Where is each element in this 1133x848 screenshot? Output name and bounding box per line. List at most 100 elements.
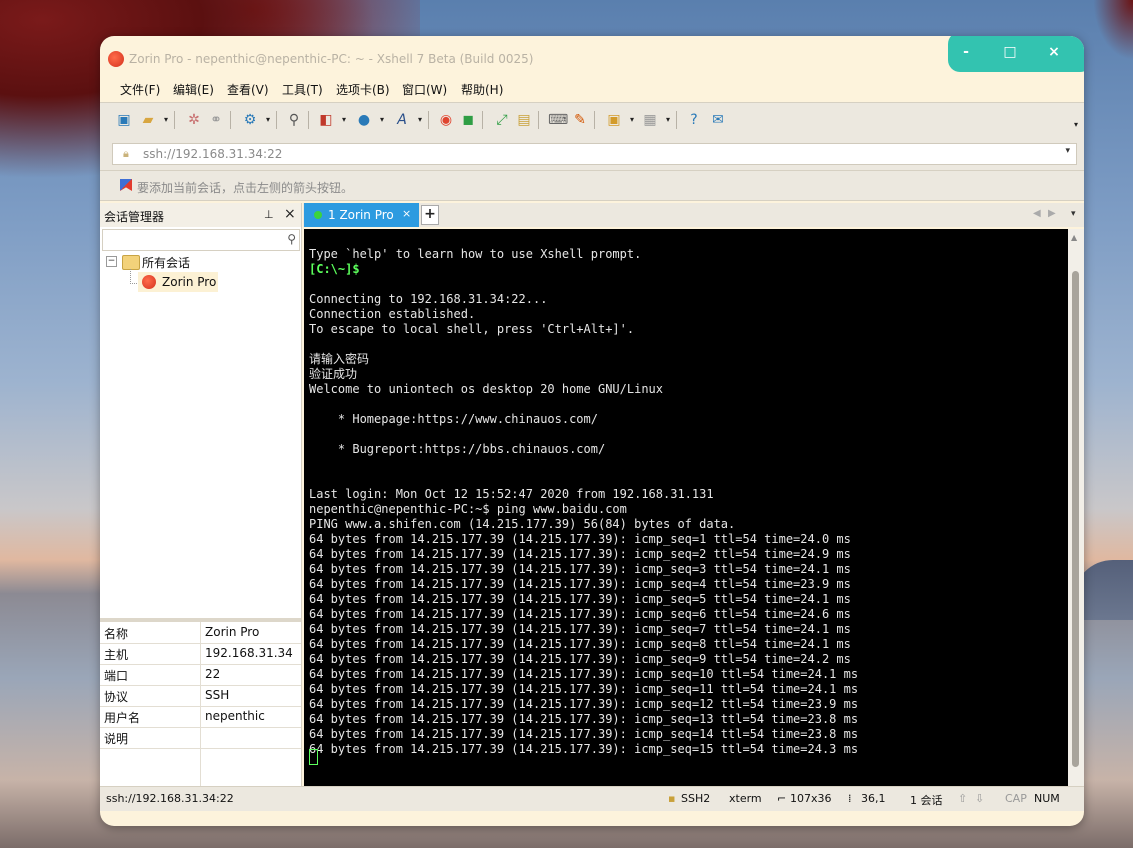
script-icon[interactable]: ▣ <box>606 112 622 128</box>
wallpaper-leaves-right <box>1093 0 1133 60</box>
chevron-down-icon[interactable]: ▾ <box>1065 146 1070 156</box>
terminal-line: nepenthic@nepenthic-PC:~$ ping www.baidu… <box>309 502 627 516</box>
xshell-app-icon <box>108 51 124 67</box>
terminal-line: 64 bytes from 14.215.177.39 (14.215.177.… <box>309 577 851 591</box>
globe-icon[interactable]: ● <box>356 112 372 128</box>
status-size: 107x36 <box>790 792 832 805</box>
menu-edit[interactable]: 编辑(E) <box>173 81 214 98</box>
terminal-cursor <box>309 749 318 765</box>
menu-window[interactable]: 窗口(W) <box>402 81 447 98</box>
new-session-icon[interactable]: ▣ <box>116 112 132 128</box>
prop-row: 说明 <box>100 727 301 749</box>
xftp-icon[interactable]: ◼ <box>460 112 476 128</box>
prop-value: nepenthic <box>205 709 265 723</box>
session-search-input[interactable] <box>107 232 281 250</box>
xshell-icon[interactable]: ◉ <box>438 112 454 128</box>
terminal-line: * Bugreport:https://bbs.chinauos.com/ <box>309 442 606 456</box>
address-bar: 🔒︎ ▾ <box>100 137 1084 171</box>
minimize-button[interactable]: - <box>956 42 976 62</box>
size-icon: ⌐ <box>777 792 787 805</box>
status-sessions: 1 会话 <box>910 794 943 807</box>
toolbar-overflow-icon[interactable]: ▾ <box>1068 117 1084 133</box>
lock-icon[interactable]: ▤ <box>516 112 532 128</box>
tree-collapse-icon[interactable]: − <box>106 256 117 267</box>
terminal-line: 64 bytes from 14.215.177.39 (14.215.177.… <box>309 592 851 606</box>
bookmark-icon[interactable] <box>120 179 132 191</box>
disconnect-icon[interactable]: ⚭ <box>208 112 224 128</box>
help-icon[interactable]: ? <box>686 112 702 128</box>
close-button[interactable]: × <box>1044 42 1064 62</box>
status-cursor: 36,1 <box>861 792 886 805</box>
search-icon[interactable]: ⚲ <box>286 112 302 128</box>
status-cap: CAP <box>1005 792 1027 805</box>
new-tab-button[interactable]: + <box>421 205 439 225</box>
terminal-line: 64 bytes from 14.215.177.39 (14.215.177.… <box>309 697 859 711</box>
prop-key: 说明 <box>104 732 129 746</box>
font-icon[interactable]: A <box>394 112 410 128</box>
close-icon[interactable]: × <box>284 206 296 222</box>
terminal-scrollbar[interactable]: ▲ <box>1068 229 1084 786</box>
prop-value: Zorin Pro <box>205 625 260 639</box>
menu-tabs[interactable]: 选项卡(B) <box>336 81 390 98</box>
tab-prev-icon[interactable]: ◀ <box>1033 208 1041 219</box>
terminal-line: 64 bytes from 14.215.177.39 (14.215.177.… <box>309 682 859 696</box>
layout-icon[interactable]: ◧ <box>318 112 334 128</box>
chevron-down-icon[interactable]: ▾ <box>260 112 276 128</box>
prop-value: 192.168.31.34 <box>205 646 293 660</box>
search-icon[interactable]: ⚲ <box>287 232 296 246</box>
scroll-up-icon[interactable]: ▲ <box>1071 233 1077 242</box>
toolbar-separator <box>482 111 483 129</box>
terminal-line: To escape to local shell, press 'Ctrl+Al… <box>309 322 635 336</box>
tab-zorin-pro[interactable]: 1 Zorin Pro × <box>304 203 419 227</box>
menu-help[interactable]: 帮助(H) <box>461 81 503 98</box>
menu-tools[interactable]: 工具(T) <box>282 81 323 98</box>
terminal[interactable]: Type `help' to learn how to use Xshell p… <box>304 229 1068 786</box>
menu-file[interactable]: 文件(F) <box>120 81 160 98</box>
prop-row: 主机 192.168.31.34 <box>100 643 301 665</box>
folder-icon <box>122 255 140 270</box>
chevron-down-icon[interactable]: ▾ <box>374 112 390 128</box>
tab-close-icon[interactable]: × <box>402 207 411 220</box>
tab-list-icon[interactable]: ▾ <box>1071 209 1076 219</box>
scrollbar-thumb[interactable] <box>1072 271 1079 767</box>
chat-icon[interactable]: ✉ <box>710 112 726 128</box>
open-folder-icon[interactable]: ▰ <box>140 112 156 128</box>
highlight-icon[interactable]: ✎ <box>572 112 588 128</box>
title-bar[interactable]: Zorin Pro - nepenthic@nepenthic-PC: ~ - … <box>100 36 1084 76</box>
chevron-down-icon[interactable]: ▾ <box>660 112 676 128</box>
chevron-down-icon[interactable]: ▾ <box>624 112 640 128</box>
address-input[interactable] <box>143 146 1023 162</box>
compose-icon[interactable]: ▦ <box>642 112 658 128</box>
maximize-button[interactable]: □ <box>1000 42 1020 62</box>
menu-bar: 文件(F) 编辑(E) 查看(V) 工具(T) 选项卡(B) 窗口(W) 帮助(… <box>100 76 1084 100</box>
terminal-line: Connection established. <box>309 307 476 321</box>
address-box[interactable]: 🔒︎ ▾ <box>112 143 1077 165</box>
session-icon <box>142 275 156 289</box>
lock-icon: ▪ <box>668 792 676 805</box>
terminal-line: 64 bytes from 14.215.177.39 (14.215.177.… <box>309 727 859 741</box>
pin-icon[interactable]: ⊥ <box>264 208 274 221</box>
terminal-line: Connecting to 192.168.31.34:22... <box>309 292 548 306</box>
keyboard-icon[interactable]: ⌨ <box>548 112 568 128</box>
reconnect-icon[interactable]: ✲ <box>186 112 202 128</box>
tree-root-all-sessions[interactable]: 所有会话 <box>142 254 190 271</box>
cursor-pos-icon: ⁞ <box>848 792 852 805</box>
properties-icon[interactable]: ⚙ <box>242 112 258 128</box>
session-label: Zorin Pro <box>162 275 217 289</box>
prop-row: 名称 Zorin Pro <box>100 622 301 644</box>
tree-item-session[interactable]: Zorin Pro <box>138 272 218 292</box>
menu-view[interactable]: 查看(V) <box>227 81 269 98</box>
arrow-down-icon[interactable]: ⇩ <box>975 792 984 805</box>
session-search[interactable]: ⚲ <box>102 229 300 251</box>
window-controls: - □ × <box>948 36 1084 72</box>
fullscreen-icon[interactable]: ⤢ <box>494 112 510 128</box>
chevron-down-icon[interactable]: ▾ <box>158 112 174 128</box>
arrow-up-icon[interactable]: ⇧ <box>958 792 967 805</box>
terminal-line: 64 bytes from 14.215.177.39 (14.215.177.… <box>309 562 851 576</box>
toolbar-separator <box>174 111 175 129</box>
tab-bar: 1 Zorin Pro × + ◀ ▶ ▾ <box>303 203 1084 227</box>
chevron-down-icon[interactable]: ▾ <box>336 112 352 128</box>
tab-next-icon[interactable]: ▶ <box>1048 208 1056 219</box>
toolbar-separator <box>428 111 429 129</box>
chevron-down-icon[interactable]: ▾ <box>412 112 428 128</box>
